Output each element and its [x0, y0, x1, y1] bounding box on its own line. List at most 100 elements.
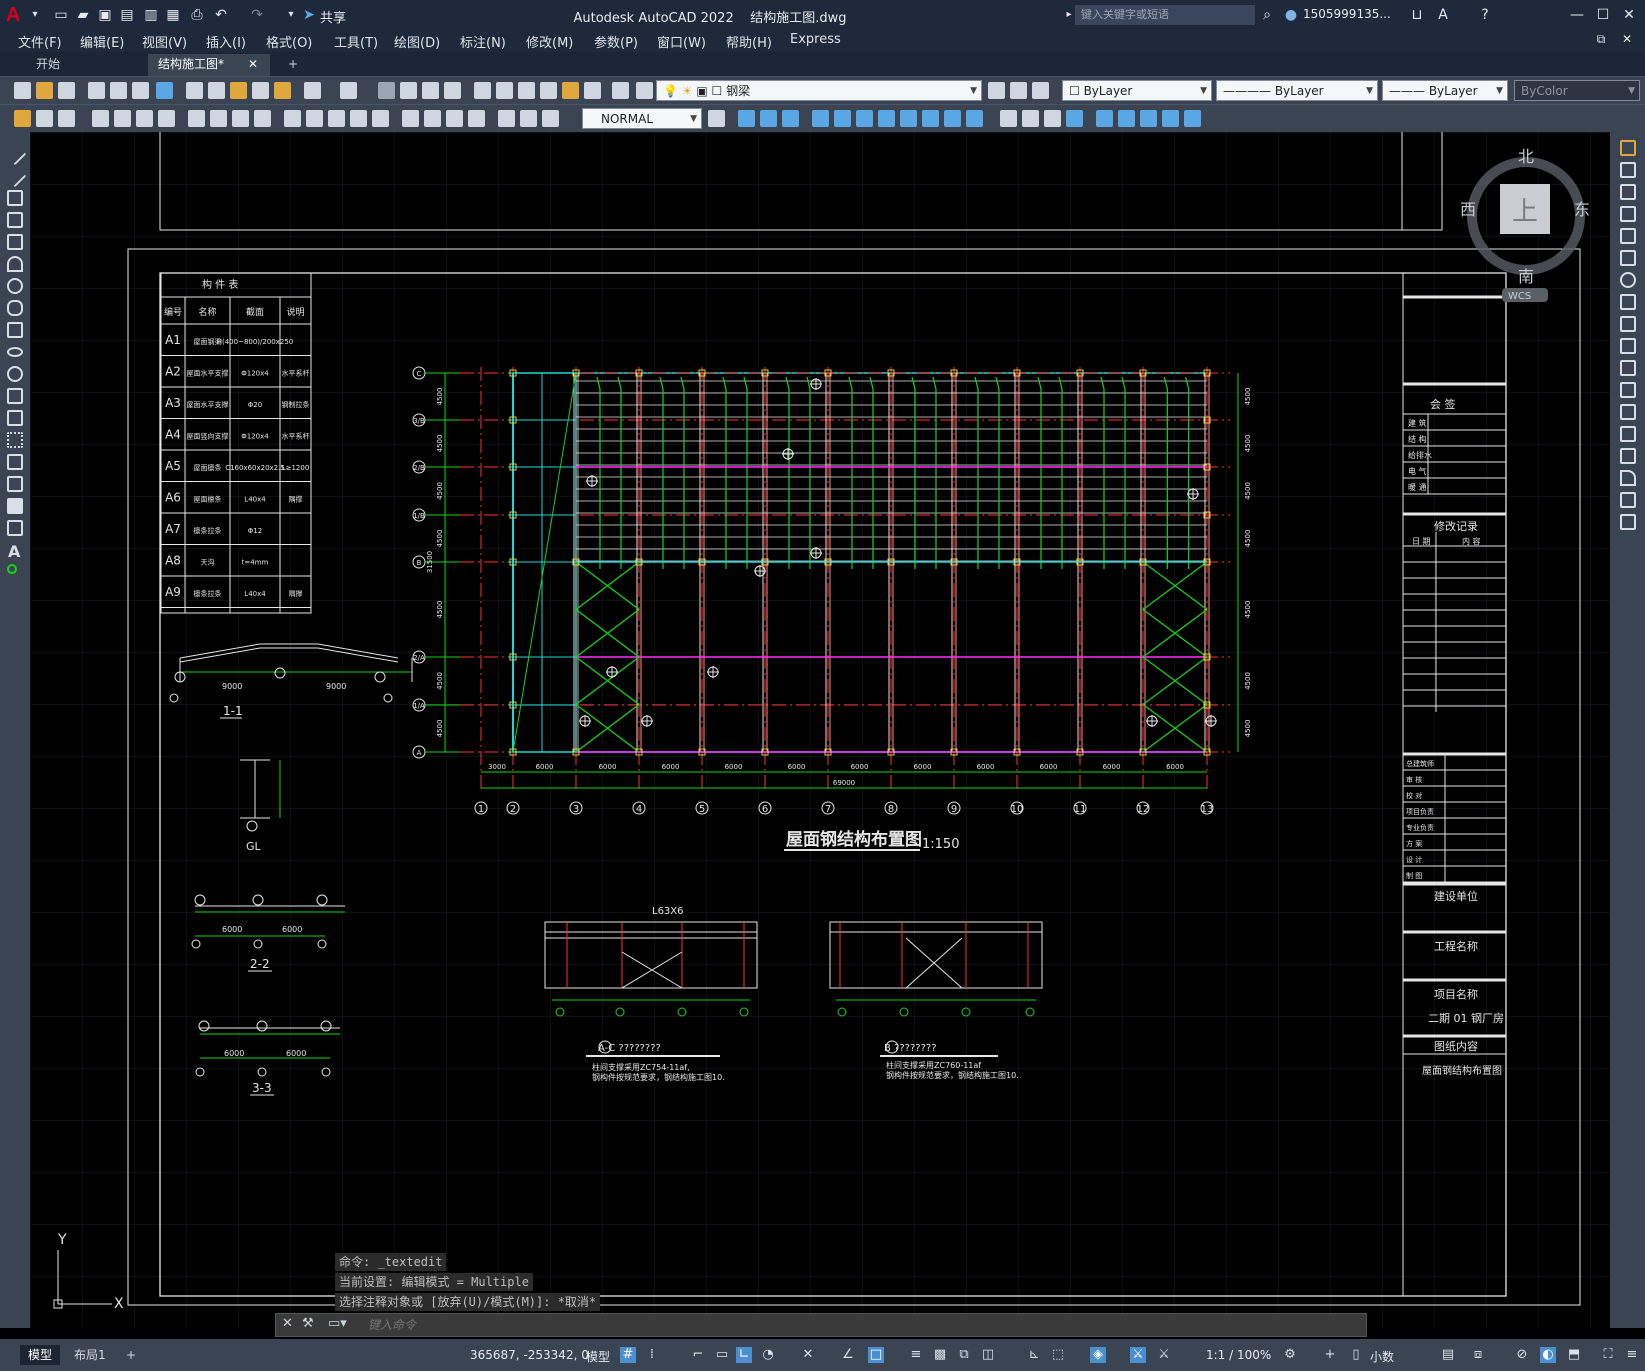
- minimize-button[interactable]: —: [1564, 3, 1590, 27]
- maximize-button[interactable]: ☐: [1590, 3, 1616, 27]
- dynamic-input-icon[interactable]: ▭: [714, 1347, 730, 1363]
- undo-tb-icon[interactable]: [304, 82, 321, 99]
- design-center-icon[interactable]: [496, 82, 513, 99]
- annotation-visibility-icon[interactable]: ⚔: [1130, 1347, 1146, 1363]
- menu-window[interactable]: 窗口(W): [657, 32, 706, 51]
- help-search-input[interactable]: 键入关键字或短语: [1075, 5, 1255, 25]
- cart-icon[interactable]: ⊔: [1408, 6, 1426, 24]
- annotation-scale[interactable]: 1:1 / 100%: [1206, 1348, 1271, 1362]
- close-tab-icon[interactable]: ✕: [248, 54, 258, 74]
- box-icon[interactable]: [738, 110, 755, 127]
- blend-curves-icon[interactable]: [1620, 492, 1636, 508]
- dim-text-edit-icon[interactable]: [520, 110, 537, 127]
- auto-scale-icon[interactable]: ⚔: [1156, 1347, 1172, 1363]
- units-icon[interactable]: ▯: [1348, 1347, 1364, 1363]
- menu-modify[interactable]: 修改(M): [526, 32, 573, 51]
- render-icon[interactable]: [1000, 110, 1017, 127]
- hatch-icon[interactable]: [7, 454, 23, 470]
- menu-help[interactable]: 帮助(H): [726, 32, 772, 51]
- loft-icon[interactable]: [900, 110, 917, 127]
- menu-insert[interactable]: 插入(I): [206, 32, 246, 51]
- layer-states-icon[interactable]: [1032, 82, 1049, 99]
- command-input[interactable]: [368, 1314, 1358, 1336]
- dim-diameter-icon[interactable]: [232, 110, 249, 127]
- visual-styles-icon[interactable]: [1066, 110, 1083, 127]
- plotstyle-dropdown[interactable]: ByColor ▼: [1514, 80, 1640, 101]
- user-icon[interactable]: ●: [1282, 6, 1300, 24]
- revolve-icon[interactable]: [878, 110, 895, 127]
- jogged-linear-icon[interactable]: [468, 110, 485, 127]
- units-value[interactable]: 小数: [1370, 1348, 1394, 1365]
- circle-icon[interactable]: [7, 278, 23, 294]
- dim-update-icon[interactable]: [542, 110, 559, 127]
- coordinates-readout[interactable]: 365687, -253342, 0: [470, 1348, 589, 1362]
- redo-tb-icon[interactable]: [340, 82, 357, 99]
- dim-jogged-icon[interactable]: [210, 110, 227, 127]
- layout-tab-model[interactable]: 模型: [20, 1345, 61, 1365]
- plot-icon[interactable]: ⎙: [188, 6, 206, 24]
- workspace-gear-icon[interactable]: ⚙: [1282, 1347, 1298, 1363]
- selection-cycling-icon[interactable]: ⧉: [956, 1347, 972, 1363]
- add-selected-icon[interactable]: [7, 564, 17, 574]
- user-name[interactable]: 1505999135...: [1303, 7, 1391, 21]
- menu-draw[interactable]: 绘图(D): [394, 32, 440, 51]
- offset-icon[interactable]: [1620, 206, 1636, 222]
- qnew-icon[interactable]: [14, 82, 31, 99]
- layer-iso-icon[interactable]: [58, 110, 75, 127]
- dim-edit-icon[interactable]: [498, 110, 515, 127]
- open-file-icon[interactable]: ▰: [74, 6, 92, 24]
- menu-express[interactable]: Express: [790, 32, 841, 47]
- new-tab-button[interactable]: +: [278, 54, 308, 76]
- open-from-web-icon[interactable]: ▥: [142, 6, 160, 24]
- block-editor-icon[interactable]: [274, 82, 291, 99]
- fillet-icon[interactable]: [1620, 470, 1636, 486]
- menu-edit[interactable]: 编辑(E): [80, 32, 124, 51]
- new-file-icon[interactable]: ▭: [52, 6, 70, 24]
- graphics-performance-icon[interactable]: ◐: [1540, 1347, 1556, 1363]
- customization-icon[interactable]: ≡: [1624, 1347, 1640, 1363]
- make-block-icon[interactable]: [7, 410, 23, 426]
- dim-continue-icon[interactable]: [328, 110, 345, 127]
- quick-dim-icon[interactable]: [284, 110, 301, 127]
- point-icon[interactable]: [7, 432, 23, 448]
- save-icon[interactable]: ▣: [96, 6, 114, 24]
- layer-dropdown[interactable]: 💡 ☀ ▣ ☐ 钢梁 ▼: [656, 80, 982, 101]
- mirror-icon[interactable]: [1620, 184, 1636, 200]
- undo-icon[interactable]: ↶: [212, 6, 230, 24]
- gradient-icon[interactable]: [7, 476, 23, 492]
- save-icon[interactable]: [58, 82, 75, 99]
- clean-screen-icon[interactable]: ⬒: [1566, 1347, 1582, 1363]
- share-label[interactable]: 共享: [320, 7, 346, 26]
- match-properties-icon[interactable]: [252, 82, 269, 99]
- search-icon[interactable]: ⌕: [1258, 6, 1276, 24]
- dim-space-icon[interactable]: [350, 110, 367, 127]
- tab-drawing[interactable]: 结构施工图* ✕: [148, 54, 270, 76]
- layer-previous-icon[interactable]: [1010, 82, 1027, 99]
- inspection-icon[interactable]: [446, 110, 463, 127]
- open-icon[interactable]: [36, 82, 53, 99]
- color-dropdown[interactable]: ☐ ByLayer ▼: [1062, 80, 1212, 101]
- properties-icon[interactable]: [474, 82, 491, 99]
- polyline-icon[interactable]: [7, 190, 23, 206]
- make-current-icon[interactable]: [988, 82, 1005, 99]
- extend-icon[interactable]: [1620, 360, 1636, 376]
- insert-block-icon[interactable]: [7, 388, 23, 404]
- intersect-icon[interactable]: [966, 110, 983, 127]
- close-command-icon[interactable]: ✕: [282, 1316, 293, 1331]
- publish-icon[interactable]: [132, 82, 149, 99]
- ucs-3point-icon[interactable]: [1184, 110, 1201, 127]
- menu-dimension[interactable]: 标注(N): [460, 32, 506, 51]
- dim-radius-icon[interactable]: [188, 110, 205, 127]
- ortho-mode-icon[interactable]: ∟: [736, 1347, 752, 1363]
- ucs-world-icon[interactable]: [1118, 110, 1135, 127]
- save-as-icon[interactable]: ▤: [118, 6, 136, 24]
- help-icon[interactable]: ?: [1476, 6, 1494, 24]
- tab-start[interactable]: 开始: [0, 54, 148, 76]
- polar-tracking-icon[interactable]: ◔: [760, 1347, 776, 1363]
- tool-palettes-icon[interactable]: [518, 82, 535, 99]
- pan-icon[interactable]: [378, 82, 395, 99]
- ucs-icon[interactable]: [1096, 110, 1113, 127]
- rectangle-icon[interactable]: [7, 234, 23, 250]
- dim-linear-icon[interactable]: [92, 110, 109, 127]
- menu-parametric[interactable]: 参数(P): [594, 32, 638, 51]
